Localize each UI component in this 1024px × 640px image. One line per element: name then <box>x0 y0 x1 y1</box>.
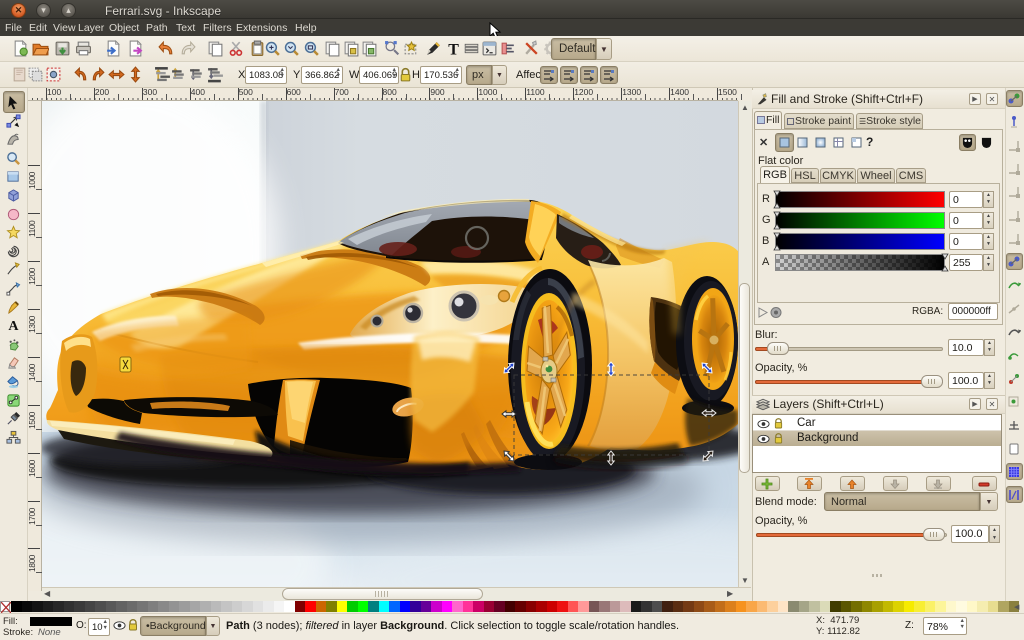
svg-text:T: T <box>448 41 459 57</box>
svg-text:A: A <box>8 318 19 333</box>
